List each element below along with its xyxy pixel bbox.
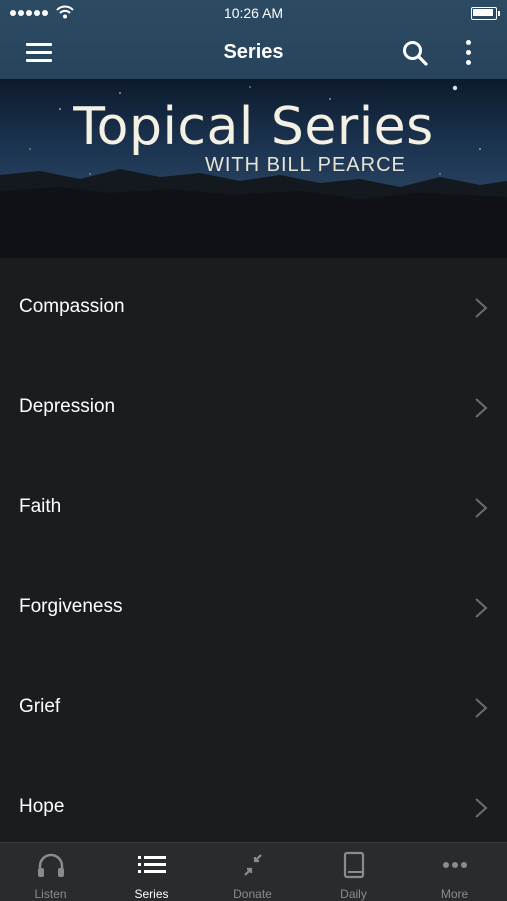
tab-label: Donate	[233, 887, 272, 901]
tab-label: Series	[134, 887, 169, 901]
tab-label: Daily	[340, 887, 367, 901]
series-label: Compassion	[19, 296, 125, 317]
series-label: Hope	[19, 796, 65, 817]
tab-label: Listen	[34, 887, 67, 901]
chevron-right-icon	[475, 698, 488, 718]
ellipsis-icon	[443, 862, 467, 868]
series-label: Grief	[19, 696, 61, 717]
chevron-right-icon	[475, 298, 488, 318]
series-label: Depression	[19, 396, 116, 417]
series-banner: Topical Series WITH BILL PEARCE	[0, 79, 507, 258]
tab-more[interactable]: More	[404, 843, 505, 901]
chevron-right-icon	[475, 598, 488, 618]
status-time: 10:26 AM	[223, 5, 284, 21]
series-row-forgiveness[interactable]: Forgiveness	[0, 558, 507, 659]
series-label: Faith	[19, 496, 62, 517]
search-icon[interactable]	[402, 40, 428, 66]
tab-donate[interactable]: Donate	[202, 843, 303, 901]
tab-label: More	[440, 887, 469, 901]
series-list: Compassion Depression Faith Forgiveness …	[0, 258, 507, 858]
book-icon	[343, 851, 365, 879]
series-label: Forgiveness	[19, 596, 123, 617]
banner-title: Topical Series	[73, 97, 434, 157]
donate-icon	[244, 854, 262, 876]
chevron-right-icon	[475, 798, 488, 818]
chevron-right-icon	[475, 398, 488, 418]
chevron-right-icon	[475, 498, 488, 518]
list-icon	[138, 856, 166, 873]
overflow-menu-icon[interactable]	[458, 38, 478, 68]
tab-listen[interactable]: Listen	[0, 843, 101, 901]
series-row-grief[interactable]: Grief	[0, 658, 507, 759]
series-row-depression[interactable]: Depression	[0, 358, 507, 459]
mountain-silhouette	[0, 169, 507, 258]
series-row-faith[interactable]: Faith	[0, 458, 507, 559]
headphones-icon	[38, 853, 64, 877]
app-header: 10:26 AM Series	[0, 0, 507, 79]
battery-icon	[471, 7, 500, 20]
status-bar: 10:26 AM	[0, 0, 507, 28]
series-row-compassion[interactable]: Compassion	[0, 258, 507, 359]
tab-daily[interactable]: Daily	[303, 843, 404, 901]
navigation-bar: Series	[0, 28, 507, 79]
tab-series[interactable]: Series	[101, 843, 202, 901]
tab-bar: Listen Series Donate Daily More	[0, 842, 507, 901]
page-title: Series	[223, 41, 284, 63]
